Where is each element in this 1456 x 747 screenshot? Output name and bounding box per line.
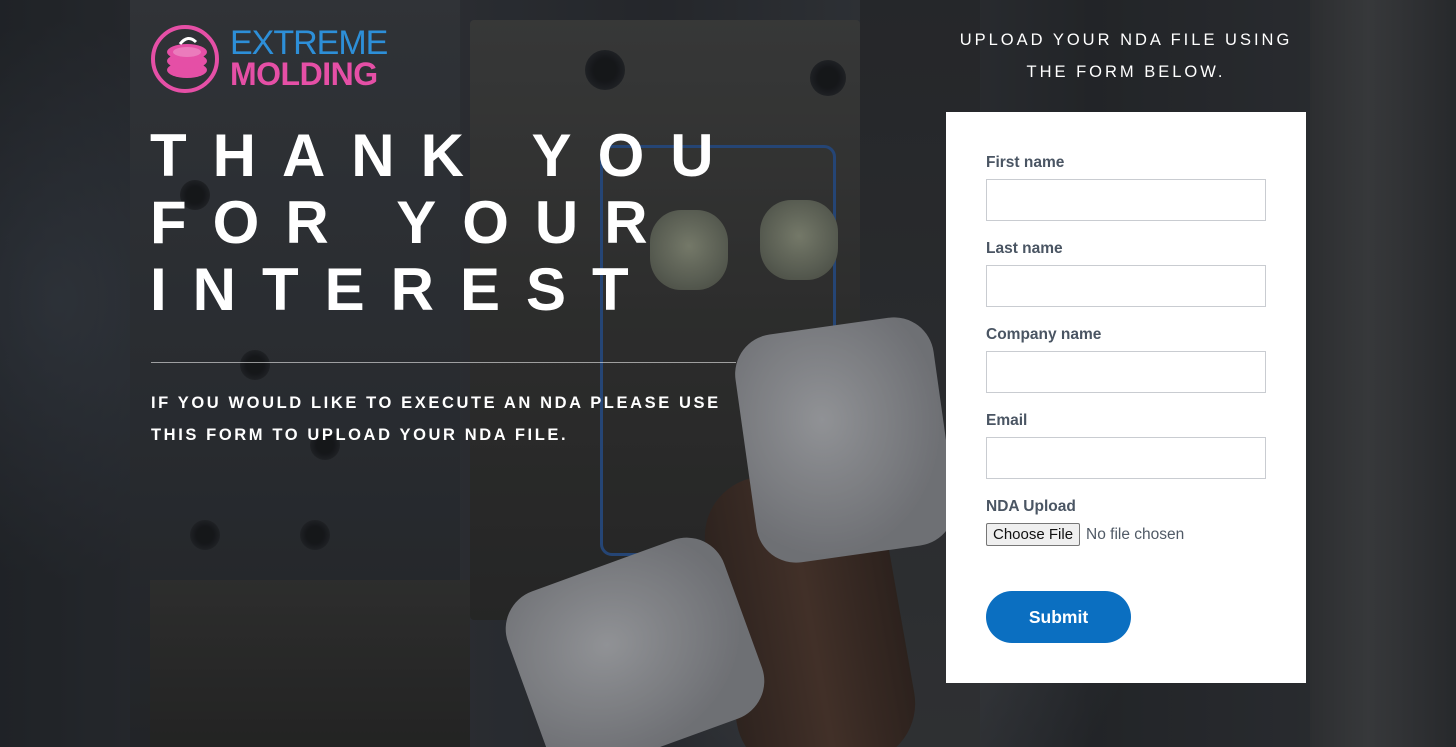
nda-upload-form: First name Last name Company name Email … <box>946 112 1306 683</box>
first-name-field: First name <box>986 152 1266 221</box>
file-status-text: No file chosen <box>1086 525 1185 543</box>
company-name-input[interactable] <box>986 351 1266 393</box>
divider <box>151 362 736 363</box>
upload-heading: UPLOAD YOUR NDA FILE USING THE FORM BELO… <box>959 31 1293 81</box>
nda-upload-field: NDA Upload Choose File No file chosen <box>986 496 1266 546</box>
last-name-field: Last name <box>986 238 1266 307</box>
nda-upload-label: NDA Upload <box>986 498 1076 515</box>
brand-name-line1: EXTREME <box>230 24 388 62</box>
choose-file-button[interactable]: Choose File <box>986 523 1081 546</box>
brand-logo[interactable]: EXTREME MOLDING <box>150 24 410 96</box>
extreme-molding-logo-icon <box>151 25 219 93</box>
company-name-field: Company name <box>986 324 1266 393</box>
file-picker: Choose File No file chosen <box>986 523 1266 546</box>
last-name-input[interactable] <box>986 265 1266 307</box>
first-name-input[interactable] <box>986 179 1266 221</box>
last-name-label: Last name <box>986 240 1063 257</box>
brand-name-line2: MOLDING <box>230 56 378 92</box>
company-name-label: Company name <box>986 326 1102 343</box>
page-title: THANK YOU FOR YOUR INTEREST <box>150 122 740 323</box>
email-label: Email <box>986 412 1028 429</box>
email-field: Email <box>986 410 1266 479</box>
first-name-label: First name <box>986 154 1065 171</box>
email-input[interactable] <box>986 437 1266 479</box>
submit-button[interactable]: Submit <box>986 591 1131 643</box>
intro-text: IF YOU WOULD LIKE TO EXECUTE AN NDA PLEA… <box>151 394 721 444</box>
